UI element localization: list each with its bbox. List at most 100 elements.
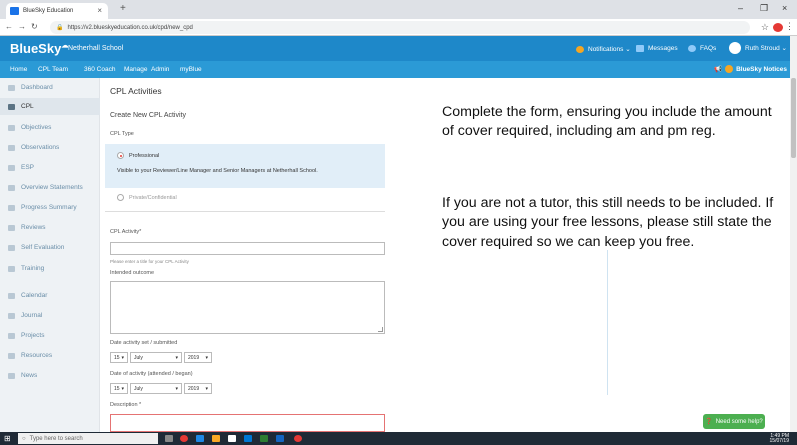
- dashboard-icon: [8, 84, 15, 91]
- user-menu[interactable]: Ruth Stroud ⌄: [729, 42, 787, 54]
- sidebar-item-projects[interactable]: Projects: [8, 332, 44, 339]
- cpl-icon: [8, 103, 15, 110]
- sidebar-item-journal[interactable]: Journal: [8, 312, 42, 319]
- target-icon: [8, 164, 15, 171]
- sidebar: Dashboard CPL Objectives Observations ES…: [0, 78, 100, 432]
- date-set-year-select[interactable]: 2019 ▾: [184, 352, 212, 363]
- statements-icon: [8, 184, 15, 191]
- close-window-button[interactable]: ×: [782, 3, 787, 13]
- new-tab-button[interactable]: +: [120, 3, 126, 14]
- folder-icon[interactable]: [212, 435, 220, 442]
- browser-tab[interactable]: BlueSky Education ×: [6, 3, 108, 19]
- faqs-link[interactable]: FAQs: [688, 45, 716, 52]
- list-icon: [8, 124, 15, 131]
- nav-360-coach[interactable]: 360 Coach: [84, 66, 115, 73]
- evaluation-icon: [8, 244, 15, 251]
- excel-icon[interactable]: [260, 435, 268, 442]
- sidebar-item-calendar[interactable]: Calendar: [8, 292, 47, 299]
- sidebar-item-progress-summary[interactable]: Progress Summary: [8, 204, 77, 211]
- sidebar-item-label: Dashboard: [21, 84, 53, 91]
- text-cursor-line: [607, 250, 608, 395]
- system-tray-clock[interactable]: 1:49 PM 15/07/19: [770, 434, 789, 444]
- year-value: 2019: [188, 385, 200, 392]
- chrome-active-icon[interactable]: [294, 435, 302, 442]
- cpl-activity-help: Please enter a title for your CPL Activi…: [110, 259, 189, 264]
- sidebar-item-objectives[interactable]: Objectives: [8, 124, 51, 131]
- chart-icon: [8, 204, 15, 211]
- word-icon[interactable]: [276, 435, 284, 442]
- cpl-activity-input[interactable]: [110, 242, 385, 255]
- sidebar-item-label: Observations: [21, 144, 60, 151]
- sidebar-item-dashboard[interactable]: Dashboard: [8, 84, 53, 91]
- instruction-note-2: If you are not a tutor, this still needs…: [442, 195, 774, 250]
- notifications-menu[interactable]: Notifications ⌄: [576, 45, 631, 53]
- mail-icon[interactable]: [244, 435, 252, 442]
- tab-close-icon[interactable]: ×: [97, 6, 102, 15]
- intended-outcome-textarea[interactable]: [110, 281, 385, 334]
- date-set-day-select[interactable]: 15 ▾: [110, 352, 128, 363]
- nav-admin[interactable]: Admin: [151, 66, 169, 73]
- sidebar-item-reviews[interactable]: Reviews: [8, 224, 46, 231]
- sidebar-item-observations[interactable]: Observations: [8, 144, 59, 151]
- windows-start-icon[interactable]: ⊞: [4, 434, 13, 443]
- extension-icon[interactable]: [773, 23, 783, 32]
- forward-arrow-icon[interactable]: →: [18, 22, 26, 31]
- bluesky-logo[interactable]: BlueSky☁: [10, 41, 68, 56]
- sidebar-item-overview-statements[interactable]: Overview Statements: [8, 184, 83, 191]
- professional-option-panel[interactable]: Professional Visible to your Reviewer/Li…: [105, 144, 385, 188]
- section-title: Create New CPL Activity: [110, 112, 186, 119]
- url-text: https://v2.blueskyeducation.co.uk/cpd/ne…: [67, 24, 193, 31]
- private-label: Private/Confidential: [129, 195, 177, 201]
- date-set-label: Date activity set / submitted: [110, 340, 178, 346]
- sidebar-item-esp[interactable]: ESP: [8, 164, 34, 171]
- date-attended-day-select[interactable]: 15 ▾: [110, 383, 128, 394]
- sidebar-item-label: Overview Statements: [21, 184, 83, 191]
- sidebar-item-label: Objectives: [21, 124, 52, 131]
- browser-menu-icon[interactable]: ⋮: [785, 21, 794, 32]
- date-set-selects: 15 ▾ July ▾ 2019 ▾: [110, 352, 212, 363]
- description-textarea[interactable]: [110, 414, 385, 432]
- nav-cpl-team[interactable]: CPL Team: [38, 66, 68, 73]
- chevron-down-icon: ▾: [175, 385, 178, 392]
- store-icon[interactable]: [228, 435, 236, 442]
- sidebar-item-news[interactable]: News: [8, 372, 37, 379]
- day-value: 15: [114, 354, 120, 361]
- restore-button[interactable]: ❐: [760, 3, 768, 14]
- nav-manage[interactable]: Manage: [124, 66, 148, 73]
- scrollbar-thumb[interactable]: [791, 78, 796, 158]
- date-set-month-select[interactable]: July ▾: [130, 352, 182, 363]
- nav-myblue[interactable]: myBlue: [180, 66, 202, 73]
- mic-icon[interactable]: [165, 435, 173, 442]
- star-icon: [8, 224, 15, 231]
- brand-text: BlueSky: [10, 41, 62, 56]
- reload-icon[interactable]: ↻: [31, 22, 38, 31]
- need-help-button[interactable]: ❓ Need some help?: [703, 414, 765, 429]
- url-input[interactable]: 🔒 https://v2.blueskyeducation.co.uk/cpd/…: [50, 21, 750, 34]
- date-attended-year-select[interactable]: 2019 ▾: [184, 383, 212, 394]
- user-name: Ruth Stroud ⌄: [745, 45, 787, 52]
- sidebar-item-label: Progress Summary: [21, 204, 77, 211]
- main-nav: Home CPL Team 360 Coach Manage Admin myB…: [0, 61, 797, 78]
- journal-icon: [8, 312, 15, 319]
- sidebar-item-self-evaluation[interactable]: Self Evaluation: [8, 244, 64, 251]
- sidebar-item-label: CPL: [21, 103, 34, 110]
- professional-radio[interactable]: [117, 152, 124, 159]
- back-arrow-icon[interactable]: ←: [5, 22, 13, 31]
- notices-label: BlueSky Notices: [736, 65, 787, 73]
- private-radio[interactable]: [117, 194, 124, 201]
- sidebar-item-cpl[interactable]: CPL: [8, 103, 34, 110]
- taskbar-search[interactable]: ○ Type here to search: [18, 433, 158, 444]
- clock-date: 15/07/19: [769, 438, 789, 444]
- date-attended-month-select[interactable]: July ▾: [130, 383, 182, 394]
- bluesky-notices-link[interactable]: 📢 BlueSky Notices: [714, 65, 787, 73]
- edge-icon[interactable]: [196, 435, 204, 442]
- nav-home[interactable]: Home: [10, 66, 27, 73]
- messages-link[interactable]: Messages: [636, 45, 678, 52]
- minimize-button[interactable]: –: [738, 3, 743, 13]
- sidebar-item-training[interactable]: Training: [8, 265, 44, 272]
- year-value: 2019: [188, 354, 200, 361]
- sidebar-item-label: Self Evaluation: [21, 244, 65, 251]
- sidebar-item-resources[interactable]: Resources: [8, 352, 52, 359]
- bookmark-star-icon[interactable]: ☆: [761, 22, 769, 33]
- chrome-icon[interactable]: [180, 435, 188, 442]
